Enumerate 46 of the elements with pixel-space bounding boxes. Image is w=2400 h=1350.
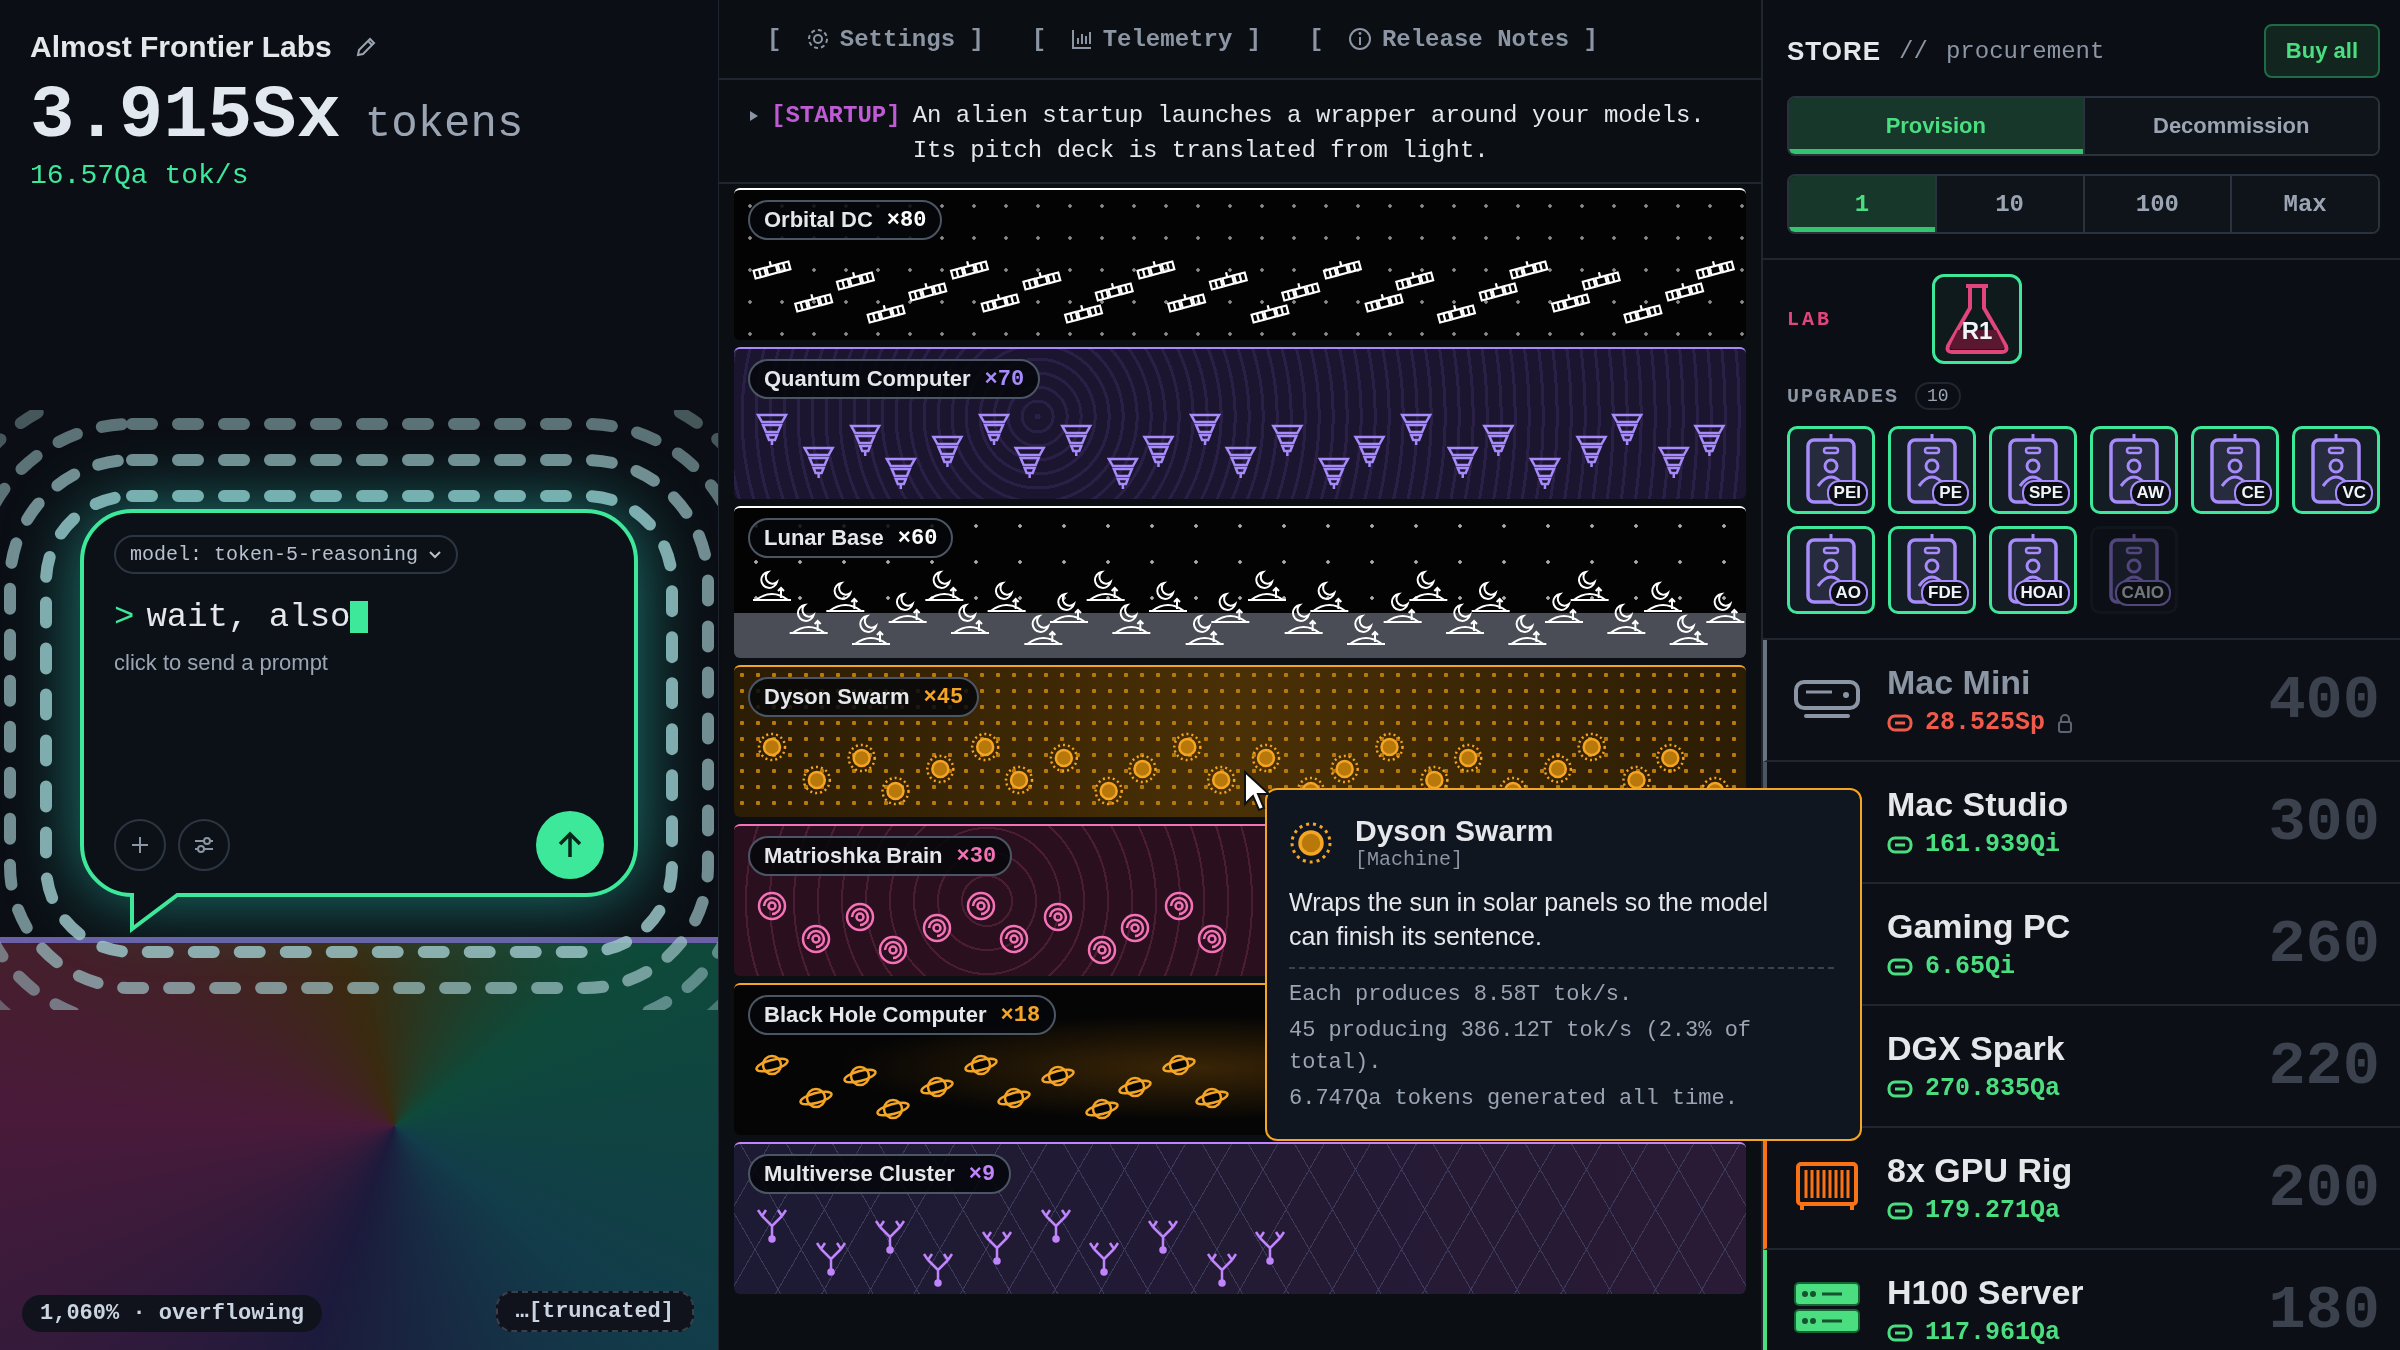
item-name: 8x GPU Rig xyxy=(1887,1151,2074,1190)
tooltip-subtitle: [Machine] xyxy=(1355,848,1465,871)
machine-name: Matrioshka Brain xyxy=(764,843,943,869)
prompt-hint: click to send a prompt xyxy=(114,650,329,676)
store-title: STORE xyxy=(1787,35,1882,67)
item-cost: 270.835Qa xyxy=(1925,1074,2061,1103)
event-text: An alien startup launches a wrapper around your models. Its pitch deck is translated from light. xyxy=(912,101,1706,166)
item-name: Mac Studio xyxy=(1887,785,2070,824)
item-cost: 28.525Sp xyxy=(1925,708,2046,737)
machine-count: ×18 xyxy=(1000,1002,1041,1028)
machine-name: Multiverse Cluster xyxy=(764,1161,955,1187)
token-unit: tokens xyxy=(364,99,524,149)
lab-label: LAB xyxy=(1787,307,1832,331)
store-subtitle: procurement xyxy=(1945,37,2105,65)
item-name: Mac Mini xyxy=(1887,663,2032,702)
truncated-badge: …[truncated] xyxy=(495,1291,694,1332)
machine-name: Lunar Base xyxy=(764,525,884,551)
token-count: 3.915Sx xyxy=(30,74,341,158)
prompt-marker: > xyxy=(114,598,135,636)
machine-count: ×70 xyxy=(984,366,1025,392)
machine-name: Black Hole Computer xyxy=(764,1002,987,1028)
machine-count: ×60 xyxy=(897,525,938,551)
item-name: H100 Server xyxy=(1887,1273,2085,1312)
tooltip-stat: 6.747Qa tokens generated all time. xyxy=(1289,1085,1739,1113)
tooltip-description: Wraps the sun in solar panels so the model can finish its sentence. xyxy=(1289,885,1834,969)
upgrades-label: UPGRADES xyxy=(1787,384,1899,408)
machine-count: ×80 xyxy=(886,207,927,233)
item-cost: 161.939Qi xyxy=(1925,830,2061,859)
item-cost: 6.65Qi xyxy=(1925,952,2015,981)
machine-name: Orbital DC xyxy=(764,207,873,233)
machine-name: Quantum Computer xyxy=(764,366,971,392)
item-cost: 117.961Qa xyxy=(1925,1318,2061,1347)
machine-count: ×9 xyxy=(968,1161,996,1187)
overflow-badge: 1,060% · overflowing xyxy=(22,1295,323,1332)
event-tag: [STARTUP] xyxy=(771,98,901,133)
tooltip-stat: Each produces 8.58T tok/s. xyxy=(1289,981,1634,1009)
machine-count: ×45 xyxy=(923,684,964,710)
machine-count: ×30 xyxy=(956,843,997,869)
lab-name: Almost Frontier Labs xyxy=(30,30,332,64)
upgrades-count: 10 xyxy=(1915,382,1961,410)
token-rate: 16.57Qa tok/s xyxy=(30,160,250,191)
title-separator: // xyxy=(1899,37,1928,65)
item-cost: 179.271Qa xyxy=(1925,1196,2061,1225)
item-name: DGX Spark xyxy=(1887,1029,2066,1068)
machine-name: Dyson Swarm xyxy=(764,684,910,710)
item-name: Gaming PC xyxy=(1887,907,2072,946)
